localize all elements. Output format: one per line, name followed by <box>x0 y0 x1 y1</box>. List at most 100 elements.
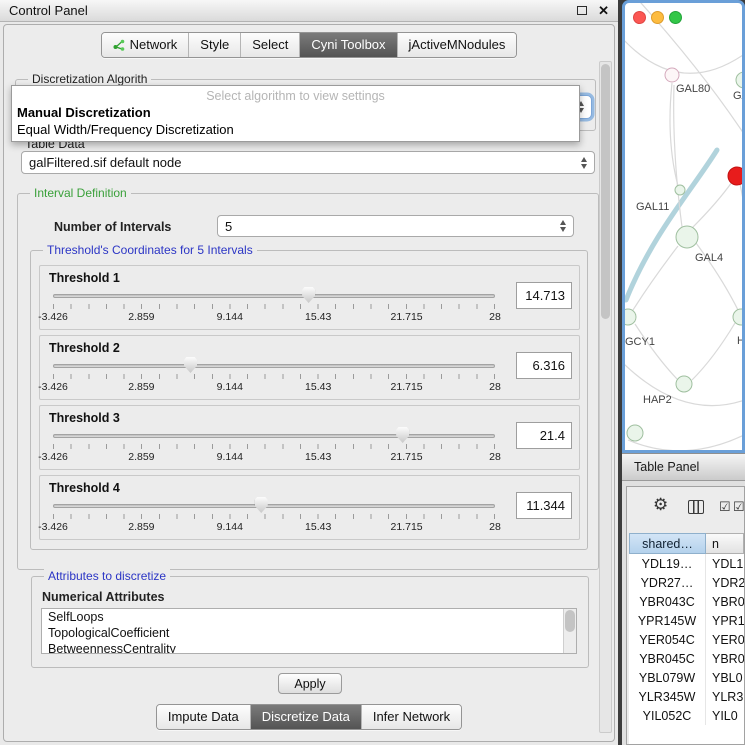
table-cell-shared-name[interactable]: YBR045C <box>629 649 706 668</box>
minimize-traffic-icon[interactable] <box>651 11 664 24</box>
threshold-value-field[interactable]: 11.344 <box>516 492 572 519</box>
columns-icon[interactable] <box>688 500 704 514</box>
table-row[interactable]: YDL19…YDL1 <box>629 554 744 573</box>
table-cell-shared-name[interactable]: YLR345W <box>629 687 706 706</box>
table-row[interactable]: YPR145WYPR1 <box>629 611 744 630</box>
tab-select[interactable]: Select <box>240 33 299 57</box>
select-none-checkbox-icon[interactable]: ☑ <box>733 499 745 515</box>
network-canvas[interactable]: GAL80 GA GAL11 GAL4 GCY1 HAP2 H <box>625 3 742 450</box>
node-label: GAL80 <box>676 83 710 95</box>
network-node[interactable] <box>736 72 742 88</box>
slider-scale: -3.4262.8599.14415.4321.71528 <box>53 381 495 393</box>
threshold-value-field[interactable]: 6.316 <box>516 352 572 379</box>
threshold-value-field[interactable]: 14.713 <box>516 282 572 309</box>
table-cell-name[interactable]: YBR0 <box>706 592 744 611</box>
threshold-slider[interactable]: -3.4262.8599.14415.4321.71528 <box>53 357 495 397</box>
tab-jactivemnodules[interactable]: jActiveMNodules <box>397 33 517 57</box>
threshold-value-field[interactable]: 21.4 <box>516 422 572 449</box>
network-node[interactable] <box>627 425 643 441</box>
tab-impute-data[interactable]: Impute Data <box>157 705 250 729</box>
table-cell-shared-name[interactable]: YBR043C <box>629 592 706 611</box>
control-panel-titlebar[interactable]: Control Panel ✕ <box>0 0 618 22</box>
table-row[interactable]: YBL079WYBL0 <box>629 668 744 687</box>
table-cell-shared-name[interactable]: YPR145W <box>629 611 706 630</box>
control-panel-scrollbar[interactable] <box>599 61 612 733</box>
table-cell-name[interactable]: YER0 <box>706 630 744 649</box>
scrollbar-thumb[interactable] <box>601 64 610 319</box>
minimize-icon[interactable] <box>577 6 587 15</box>
threshold-slider[interactable]: -3.4262.8599.14415.4321.71528 <box>53 427 495 467</box>
table-cell-name[interactable]: YDL1 <box>706 554 744 573</box>
number-of-intervals-combobox[interactable]: 5 <box>217 215 574 237</box>
list-item[interactable]: BetweennessCentrality <box>42 641 576 654</box>
table-row[interactable]: YBR045CYBR0 <box>629 649 744 668</box>
numerical-attributes-list[interactable]: SelfLoopsTopologicalCoefficientBetweenne… <box>41 608 577 654</box>
tab-discretize-data[interactable]: Discretize Data <box>250 705 361 729</box>
table-row[interactable]: YBR043CYBR0 <box>629 592 744 611</box>
slider-track[interactable] <box>53 434 495 438</box>
tab-infer-network[interactable]: Infer Network <box>361 705 461 729</box>
network-node[interactable] <box>676 226 698 248</box>
tab-cyni-toolbox[interactable]: Cyni Toolbox <box>299 33 396 57</box>
table-cell-shared-name[interactable]: YER054C <box>629 630 706 649</box>
table-row[interactable]: YIL052CYIL0 <box>629 706 744 725</box>
slider-thumb[interactable] <box>302 287 315 303</box>
slider-track[interactable] <box>53 294 495 298</box>
dropdown-item-manual-discretization[interactable]: Manual Discretization <box>12 104 579 121</box>
apply-button[interactable]: Apply <box>278 673 342 694</box>
column-header-name[interactable]: n <box>706 533 744 554</box>
tab-style[interactable]: Style <box>188 33 240 57</box>
table-cell-name[interactable]: YBR0 <box>706 649 744 668</box>
network-node-selected[interactable] <box>728 167 742 185</box>
table-cell-shared-name[interactable]: YDR27… <box>629 573 706 592</box>
column-header-shared-name[interactable]: shared… <box>629 533 706 554</box>
table-cell-name[interactable]: YBL0 <box>706 668 744 687</box>
slider-scale-label: 2.859 <box>128 381 154 393</box>
table-row[interactable]: YDR27…YDR2 <box>629 573 744 592</box>
slider-thumb[interactable] <box>255 497 268 513</box>
network-node[interactable] <box>676 376 692 392</box>
table-cell-name[interactable]: YPR1 <box>706 611 744 630</box>
slider-scale-label: 2.859 <box>128 521 154 533</box>
list-item[interactable]: TopologicalCoefficient <box>42 625 576 641</box>
list-scrollbar[interactable] <box>563 609 576 653</box>
close-traffic-icon[interactable] <box>633 11 646 24</box>
group-title: Threshold's Coordinates for 5 Intervals <box>43 243 257 257</box>
slider-scale-label: 21.715 <box>391 311 423 323</box>
table-row[interactable]: YLR345WYLR3 <box>629 687 744 706</box>
table-panel-titlebar[interactable]: Table Panel <box>622 453 745 481</box>
network-node[interactable] <box>665 68 679 82</box>
threshold-slider[interactable]: -3.4262.8599.14415.4321.71528 <box>53 497 495 537</box>
scrollbar-thumb[interactable] <box>565 610 575 632</box>
network-view-window[interactable]: GAL80 GA GAL11 GAL4 GCY1 HAP2 H <box>622 0 745 453</box>
select-all-checkbox-icon[interactable]: ☑ <box>719 499 731 515</box>
table-row[interactable]: YER054CYER0 <box>629 630 744 649</box>
settings-gear-icon[interactable]: ⚙ <box>653 495 668 515</box>
table-data-combobox[interactable]: galFiltered.sif default node <box>21 151 595 174</box>
threshold-slider[interactable]: -3.4262.8599.14415.4321.71528 <box>53 287 495 327</box>
table-cell-name[interactable]: YLR3 <box>706 687 744 706</box>
threshold-label: Threshold 4 <box>49 481 120 495</box>
slider-thumb[interactable] <box>396 427 409 443</box>
table-cell-name[interactable]: YDR2 <box>706 573 744 592</box>
slider-thumb[interactable] <box>184 357 197 373</box>
tab-network[interactable]: Network <box>102 33 189 57</box>
network-edge <box>692 323 735 380</box>
zoom-traffic-icon[interactable] <box>669 11 682 24</box>
network-node[interactable] <box>675 185 685 195</box>
slider-track[interactable] <box>53 364 495 368</box>
table-cell-shared-name[interactable]: YDL19… <box>629 554 706 573</box>
close-icon[interactable]: ✕ <box>598 4 609 17</box>
network-edge <box>635 324 677 379</box>
table-cell-shared-name[interactable]: YIL052C <box>629 706 706 725</box>
combo-stepper-icon <box>554 220 566 232</box>
network-node[interactable] <box>733 309 742 325</box>
table-cell-name[interactable]: YIL0 <box>706 706 744 725</box>
slider-track[interactable] <box>53 504 495 508</box>
list-item[interactable]: SelfLoops <box>42 609 576 625</box>
dropdown-item-equal-width[interactable]: Equal Width/Frequency Discretization <box>12 121 579 138</box>
network-node[interactable] <box>625 309 636 325</box>
table-panel-title: Table Panel <box>634 460 699 474</box>
slider-ticks <box>53 514 495 519</box>
table-cell-shared-name[interactable]: YBL079W <box>629 668 706 687</box>
